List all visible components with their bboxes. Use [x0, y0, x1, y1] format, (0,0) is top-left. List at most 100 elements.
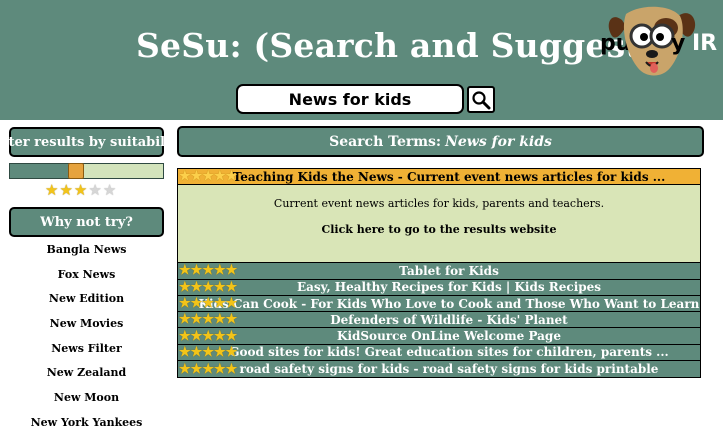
slider-handle[interactable] — [68, 163, 84, 179]
star-empty-icon: ★ — [88, 181, 102, 199]
why-not-try-header: Why not try? — [9, 207, 164, 237]
search-terms-header: Search Terms: News for kids — [177, 126, 704, 157]
puppyir-logo[interactable]: pu y IR — [600, 4, 723, 82]
star-icon: ★ — [225, 344, 238, 360]
star-icon: ★ — [213, 312, 226, 328]
suggestion-item[interactable]: New Moon — [9, 391, 164, 416]
star-icon: ★ — [213, 296, 226, 312]
suggestion-item[interactable]: News Filter — [9, 342, 164, 367]
star-icon: ★ — [225, 279, 238, 295]
result-title: Tablet for Kids — [399, 263, 499, 278]
result-rating: ★ ★ ★ ★ ★ — [179, 296, 237, 311]
filter-suitability-header: Filter results by suitability — [0, 127, 184, 157]
star-icon: ★ — [202, 279, 214, 295]
star-icon: ★ — [213, 279, 226, 295]
star-icon: ★ — [190, 344, 203, 360]
star-icon: ★ — [179, 328, 191, 344]
suitability-rating: ★ ★ ★ ★ ★ — [45, 182, 116, 198]
result-rating: ★ ★ ★ ★ ★ — [179, 361, 237, 377]
star-icon: ★ — [225, 361, 238, 377]
result-title: Defenders of Wildlife - Kids' Planet — [330, 312, 568, 327]
star-icon: ★ — [213, 328, 226, 344]
magnifier-icon — [472, 90, 491, 109]
star-icon: ★ — [202, 344, 214, 360]
result-rating: ★ ★ ★ ★ ★ — [179, 263, 237, 278]
suitability-slider[interactable] — [9, 163, 164, 179]
star-icon: ★ — [179, 279, 191, 295]
page-header: SeSu: (Search and Suggest) pu y IR — [0, 0, 723, 120]
star-filled-icon: ★ — [73, 181, 88, 199]
slider-track — [84, 164, 163, 178]
star-icon: ★ — [225, 296, 238, 312]
star-filled-icon: ★ — [59, 181, 73, 199]
star-icon: ★ — [225, 312, 238, 328]
result-rating: ★ ★ ★ ★ ★ — [179, 328, 237, 343]
star-icon: ★ — [190, 263, 203, 279]
star-icon: ★ — [202, 361, 214, 377]
suggestion-item[interactable]: Fox News — [9, 268, 164, 293]
result-row[interactable]: ★ ★ ★ ★ ★ Kids Can Cook - For Kids Who Love t… — [178, 295, 700, 313]
star-icon: ★ — [202, 312, 214, 328]
suggestion-list: Bangla News Fox News New Edition New Movies… — [9, 243, 164, 438]
search-terms-label: Search Terms: — [329, 133, 442, 150]
result-row[interactable]: ★ ★ ★ ★ ★ KidSource OnLine Welcome Page — [178, 328, 700, 345]
result-title: Teaching Kids the News - Current event n… — [232, 169, 666, 184]
site-title: SeSu: (Search and Suggest) — [136, 26, 657, 65]
slider-fill — [10, 164, 68, 178]
star-icon: ★ — [190, 169, 203, 185]
search-terms-value: News for kids — [445, 133, 552, 150]
star-icon: ★ — [190, 279, 203, 295]
suggestion-item[interactable]: New Movies — [9, 317, 164, 342]
suggestion-item[interactable]: New Edition — [9, 292, 164, 317]
result-row[interactable]: ★ ★ ★ ★ ★ Good sites for kids! Great educatio… — [178, 344, 700, 362]
star-icon: ★ — [202, 296, 214, 312]
star-icon: ★ — [213, 361, 226, 377]
star-icon: ★ — [202, 169, 214, 185]
result-row[interactable]: ★ ★ ★ ★ ★ Tablet for Kids — [178, 263, 700, 280]
star-icon: ★ — [190, 328, 203, 344]
star-icon: ★ — [202, 328, 214, 344]
star-icon: ★ — [190, 361, 203, 377]
suggestion-item[interactable]: Bangla News — [9, 243, 164, 268]
open-result-link[interactable]: Click here to go to the results website — [178, 223, 700, 236]
result-rating: ★ ★ ★ ★ ★ — [179, 312, 237, 327]
star-empty-icon: ★ — [102, 181, 117, 199]
result-rating: ★ ★ ★ ★ ★ — [179, 345, 237, 360]
result-title: Good sites for kids! Great education sit… — [229, 345, 669, 360]
result-row[interactable]: ★ ★ ★ ★ ★ Defenders of Wildlife - Kids' Plane… — [178, 312, 700, 329]
star-icon: ★ — [179, 361, 191, 377]
suggestion-item[interactable]: New Zealand — [9, 366, 164, 391]
result-title: KidSource OnLine Welcome Page — [337, 329, 561, 344]
star-icon: ★ — [225, 328, 238, 344]
star-icon: ★ — [179, 169, 191, 185]
result-rating: ★ ★ ★ ★ ★ — [179, 169, 237, 184]
result-preview: Current event news articles for kids, pa… — [178, 185, 700, 264]
star-filled-icon: ★ — [45, 181, 59, 199]
preview-description: Current event news articles for kids, pa… — [273, 197, 605, 211]
star-icon: ★ — [179, 344, 191, 360]
result-row[interactable]: ★ ★ ★ ★ ★ Easy, Healthy Recipes for Kids | Ki… — [178, 279, 700, 296]
star-icon: ★ — [213, 169, 226, 185]
search-input[interactable] — [236, 84, 464, 114]
suggestion-item[interactable]: New York Yankees — [9, 416, 164, 438]
star-icon: ★ — [213, 344, 226, 360]
logo-text-y: y — [671, 31, 686, 56]
result-title: Kids Can Cook - For Kids Who Love to Coo… — [198, 296, 700, 311]
result-title: Easy, Healthy Recipes for Kids | Kids Re… — [296, 280, 602, 295]
star-icon: ★ — [213, 263, 226, 279]
star-icon: ★ — [179, 263, 191, 279]
result-rating: ★ ★ ★ ★ ★ — [179, 280, 237, 295]
star-icon: ★ — [225, 169, 238, 185]
search-button[interactable] — [467, 86, 495, 113]
logo-text-ir: IR — [692, 31, 718, 56]
results-list: ★ ★ ★ ★ ★ Teaching Kids the News - Current ev… — [177, 168, 701, 379]
star-icon: ★ — [190, 312, 203, 328]
result-row[interactable]: ★ ★ ★ ★ ★ Teaching Kids the News - Current ev… — [178, 169, 700, 186]
star-icon: ★ — [202, 263, 214, 279]
result-row[interactable]: ★ ★ ★ ★ ★ road safety signs for kids - road s… — [178, 361, 700, 378]
star-icon: ★ — [225, 263, 238, 279]
star-icon: ★ — [179, 296, 191, 312]
star-icon: ★ — [179, 312, 191, 328]
result-title: road safety signs for kids - road safety… — [239, 362, 659, 377]
star-icon: ★ — [190, 296, 203, 312]
